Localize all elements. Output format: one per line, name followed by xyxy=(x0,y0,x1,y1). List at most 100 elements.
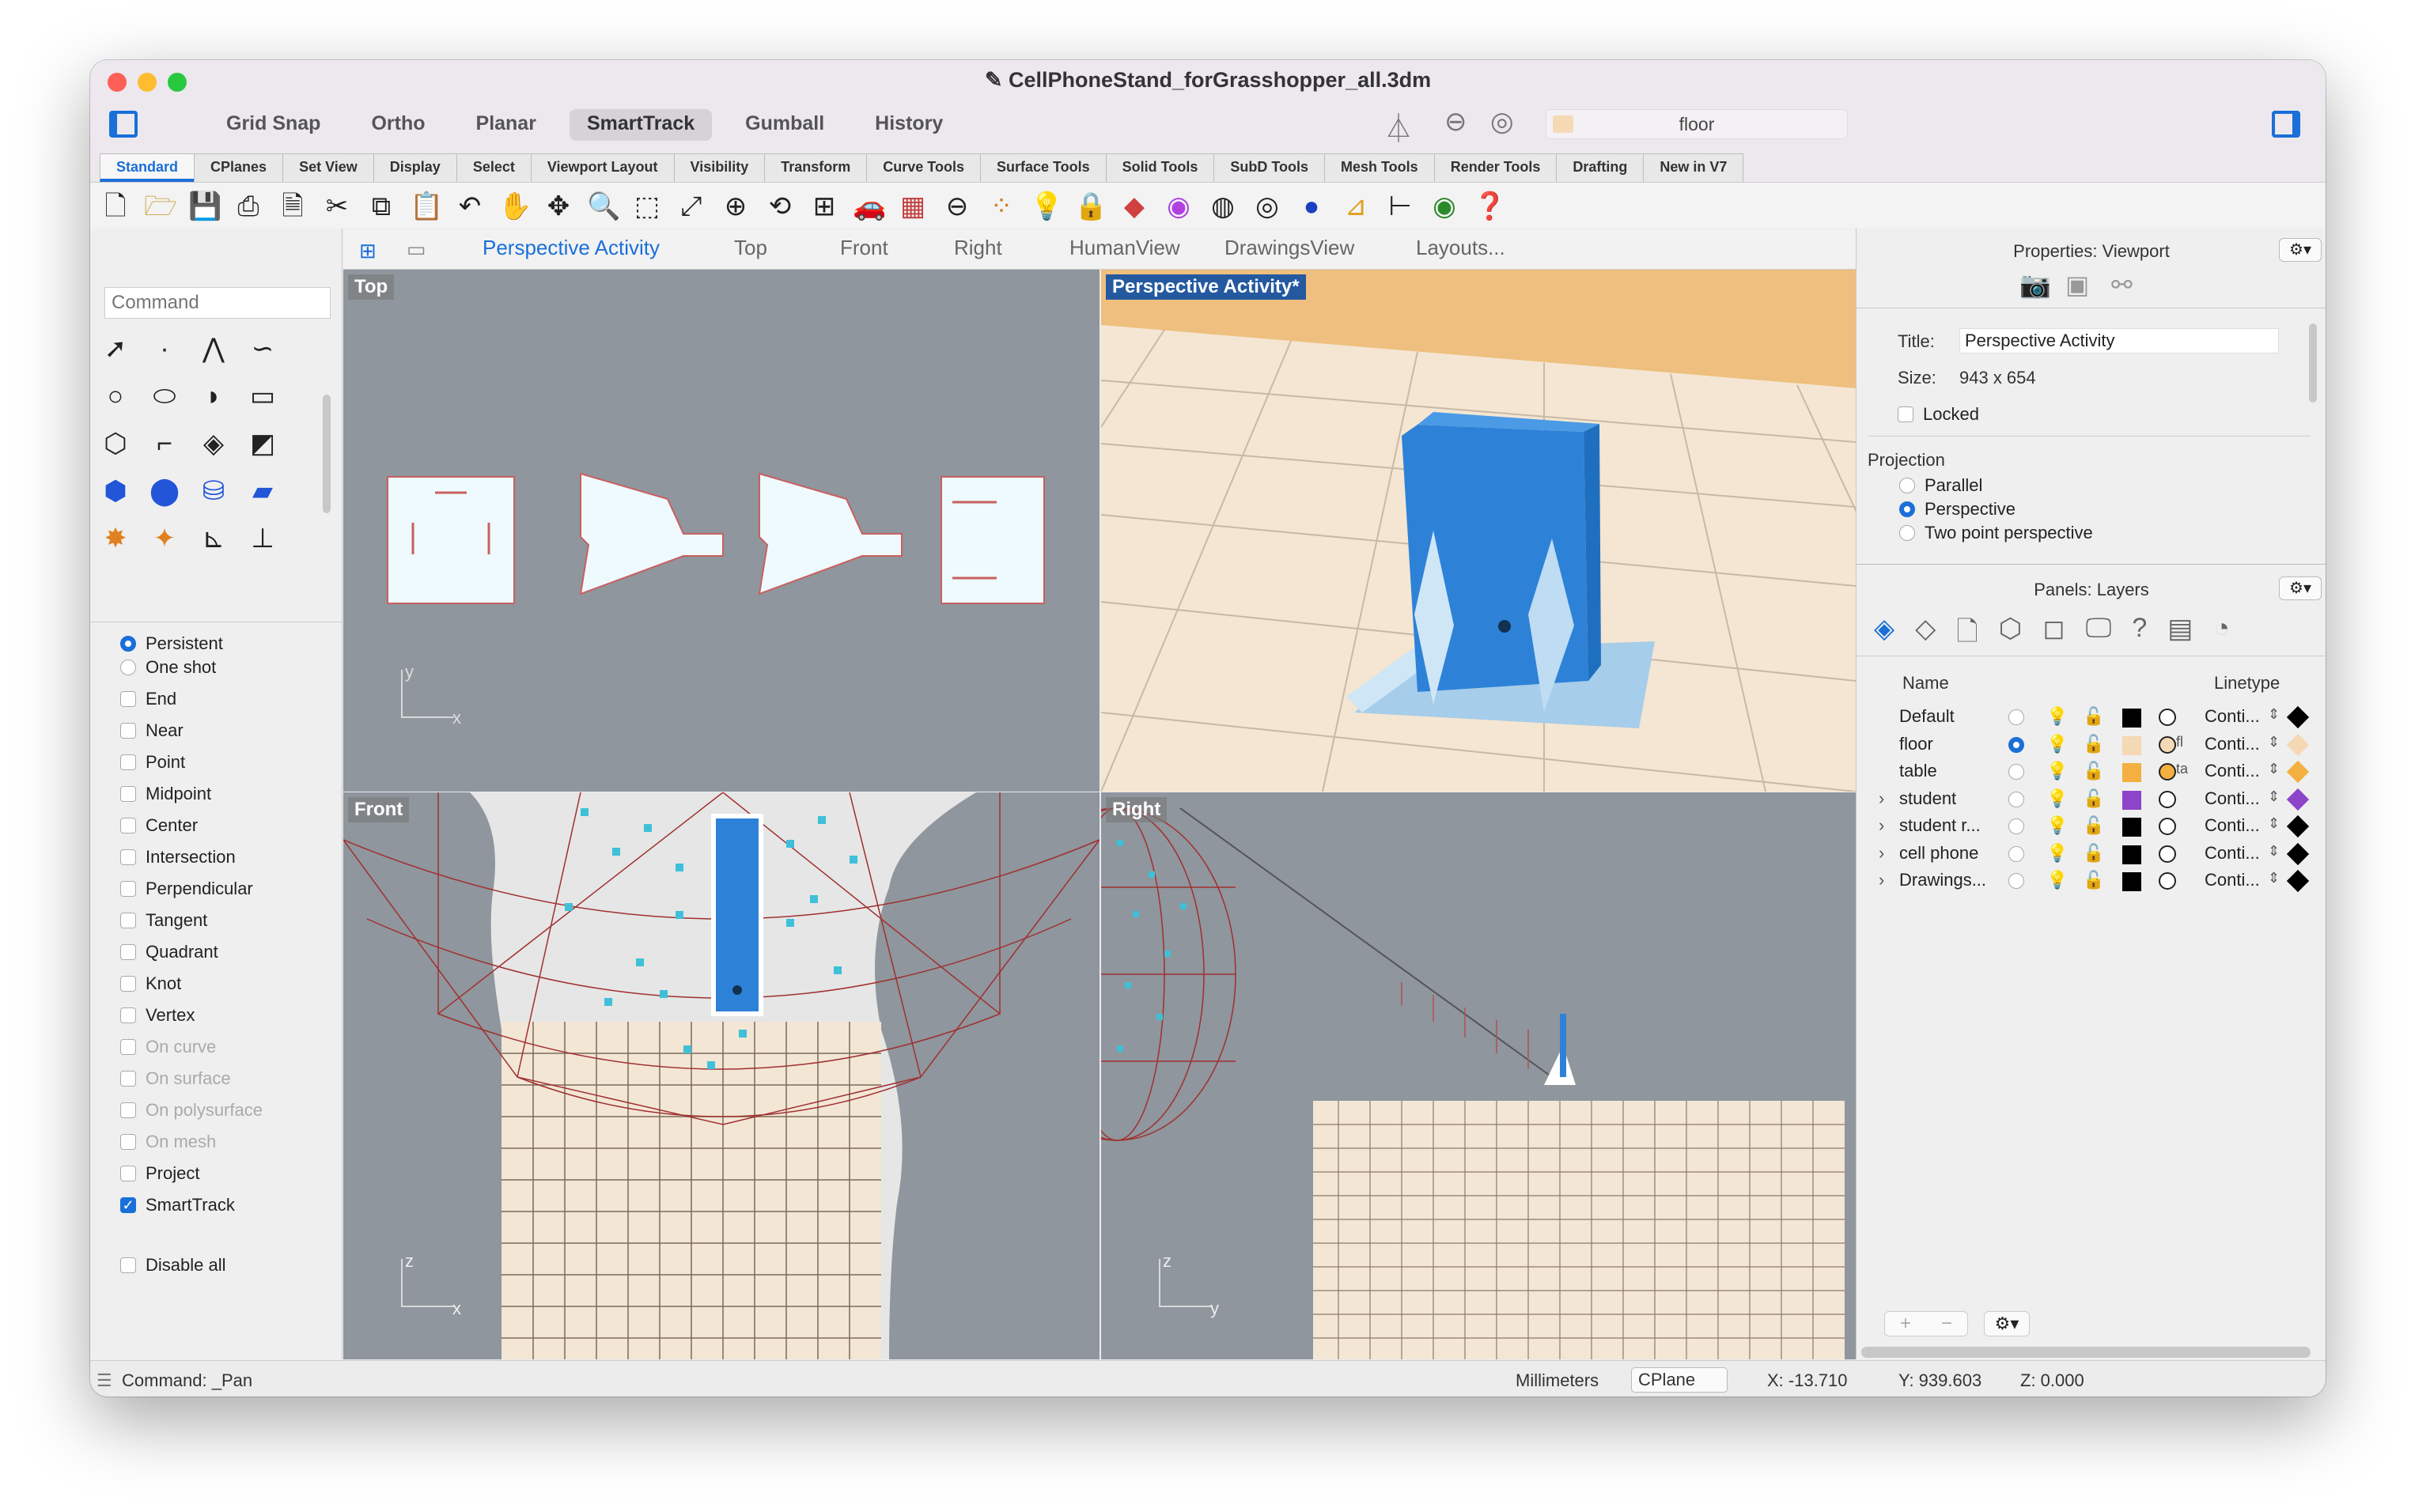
new-file-icon[interactable]: 🗋 xyxy=(100,191,131,222)
layer-row[interactable]: › student r... 💡 🔓 Conti... ⇕ xyxy=(1857,815,2326,841)
remove-layer-button[interactable]: − xyxy=(1941,1312,1952,1336)
linetype-stepper-icon[interactable]: ⇕ xyxy=(2268,815,2280,832)
layer-name[interactable]: floor xyxy=(1899,734,1933,754)
polyline-icon[interactable]: ⋀ xyxy=(196,331,231,366)
linetype-stepper-icon[interactable]: ⇕ xyxy=(2268,706,2280,723)
material-circle-icon[interactable] xyxy=(2159,872,2176,890)
rotate-view-icon[interactable]: ✥ xyxy=(543,191,574,222)
osnap-project[interactable]: Project xyxy=(120,1163,199,1184)
layer-name[interactable]: Drawings... xyxy=(1899,870,1986,890)
current-layer-radio[interactable] xyxy=(2008,845,2024,862)
point-icon[interactable]: · xyxy=(147,331,182,366)
expand-chevron-icon[interactable]: › xyxy=(1879,843,1884,864)
lock-icon[interactable]: 🔒 xyxy=(1074,191,1107,222)
one-shot-radio[interactable]: One shot xyxy=(120,657,216,678)
print-color-diamond-icon[interactable] xyxy=(2286,760,2310,784)
smarttrack-toggle[interactable]: SmartTrack xyxy=(569,109,713,141)
material-circle-icon[interactable] xyxy=(2159,790,2176,808)
layer-name[interactable]: table xyxy=(1899,761,1937,781)
layer-name[interactable]: student xyxy=(1899,788,1956,809)
print-icon[interactable]: ⎙ xyxy=(233,191,264,222)
osnap-on-polysurface[interactable]: On polysurface xyxy=(120,1100,263,1121)
cylinder-icon[interactable]: ⛁ xyxy=(196,474,231,508)
osnap-on-curve[interactable]: On curve xyxy=(120,1037,216,1057)
lock-state-icon[interactable]: 🔓 xyxy=(2083,870,2104,890)
right-viewport[interactable]: z y Right xyxy=(1101,792,1856,1359)
help-panel-icon[interactable]: ? xyxy=(2132,613,2147,658)
save-icon[interactable]: 💾 xyxy=(188,191,221,222)
four-view-icon[interactable]: ⊞ xyxy=(359,239,377,263)
units-label[interactable]: Millimeters xyxy=(1516,1370,1599,1391)
layers-gear-button[interactable]: ⚙▾ xyxy=(2279,576,2322,600)
viewport-label-front[interactable]: Front xyxy=(348,797,410,822)
zoom-extents-icon[interactable]: ⤢ xyxy=(676,191,707,222)
tab-mesh-tools[interactable]: Mesh Tools xyxy=(1324,153,1435,182)
current-layer-radio[interactable] xyxy=(2008,764,2024,780)
layer-color-swatch[interactable] xyxy=(2122,735,2141,755)
tab-transform[interactable]: Transform xyxy=(764,153,868,182)
layer-row[interactable]: floor 💡 🔓 fl Conti... ⇕ xyxy=(1857,733,2326,759)
select-arrow-icon[interactable]: ➚ xyxy=(98,331,133,366)
linetype-stepper-icon[interactable]: ⇕ xyxy=(2268,788,2280,805)
ortho-toggle[interactable]: Ortho xyxy=(354,109,442,141)
osnap-on-surface[interactable]: On surface xyxy=(120,1068,231,1089)
layer-row[interactable]: › Drawings... 💡 🔓 Conti... ⇕ xyxy=(1857,869,2326,895)
mesh-icon[interactable]: ▰ xyxy=(245,474,280,508)
current-layer-radio[interactable] xyxy=(2008,818,2024,834)
surface-icon[interactable]: ◈ xyxy=(196,426,231,461)
current-layer-radio[interactable] xyxy=(2008,873,2024,889)
osnap-intersection[interactable]: Intersection xyxy=(120,847,236,868)
tab-curve-tools[interactable]: Curve Tools xyxy=(866,153,981,182)
print-color-diamond-icon[interactable] xyxy=(2286,788,2310,811)
filter-icon[interactable]: ⏃ xyxy=(1384,106,1413,147)
open-file-icon[interactable]: 🗁 xyxy=(144,191,177,222)
cplane-icon[interactable]: ⊖ xyxy=(941,191,973,222)
layer-row[interactable]: Default 💡 🔓 Conti... ⇕ xyxy=(1857,705,2326,731)
cplane-dropdown[interactable]: CPlane xyxy=(1631,1367,1728,1393)
visibility-bulb-icon[interactable]: 💡 xyxy=(2046,843,2068,864)
four-viewports-icon[interactable]: ⊞ xyxy=(808,191,840,222)
lock-state-icon[interactable]: 🔓 xyxy=(2083,788,2104,809)
print-color-diamond-icon[interactable] xyxy=(2286,705,2310,729)
osnap-near[interactable]: Near xyxy=(120,720,184,741)
linetype-stepper-icon[interactable]: ⇕ xyxy=(2268,761,2280,777)
viewport-icon[interactable]: ▣ xyxy=(2065,270,2089,300)
layer-linetype[interactable]: Conti... xyxy=(2205,761,2260,781)
tab-visibility[interactable]: Visibility xyxy=(673,153,766,182)
osnap-center[interactable]: Center xyxy=(120,815,198,836)
visibility-bulb-icon[interactable]: 💡 xyxy=(2046,734,2068,754)
layers-col-linetype[interactable]: Linetype xyxy=(2214,673,2280,694)
two-point-perspective-radio[interactable]: Two point perspective xyxy=(1899,523,2093,543)
arc-icon[interactable]: ◗ xyxy=(196,379,231,414)
explode-icon[interactable]: ✸ xyxy=(98,521,133,556)
single-view-icon[interactable]: ▭ xyxy=(407,237,426,262)
osnap-smarttrack[interactable]: ✓ SmartTrack xyxy=(120,1195,235,1215)
layer-row[interactable]: › student 💡 🔓 Conti... ⇕ xyxy=(1857,788,2326,814)
perspective-viewport[interactable]: Perspective Activity* xyxy=(1101,270,1856,792)
osnap-midpoint[interactable]: Midpoint xyxy=(120,784,211,804)
top-viewport[interactable]: y x Top xyxy=(343,270,1100,792)
lock-state-icon[interactable]: 🔓 xyxy=(2083,761,2104,781)
layer-color-swatch[interactable] xyxy=(2122,818,2141,837)
layer-linetype[interactable]: Conti... xyxy=(2205,706,2260,727)
command-history-icon[interactable]: ☰ xyxy=(97,1370,112,1391)
visibility-bulb-icon[interactable]: 💡 xyxy=(2046,761,2068,781)
title-field[interactable]: Perspective Activity xyxy=(1959,328,2279,353)
layer-name[interactable]: cell phone xyxy=(1899,843,1978,864)
loft-icon[interactable]: ◩ xyxy=(245,426,280,461)
zoom-selected-icon[interactable]: ⊕ xyxy=(720,191,751,222)
current-layer-radio[interactable] xyxy=(2008,736,2024,753)
render-panel-icon[interactable]: ◔ xyxy=(2213,613,2230,658)
toggle-right-sidebar-button[interactable] xyxy=(2272,111,2300,138)
layer-color-swatch[interactable] xyxy=(2122,845,2141,864)
layer-color-swatch[interactable] xyxy=(2122,790,2141,810)
planar-toggle[interactable]: Planar xyxy=(459,109,554,141)
visibility-bulb-icon[interactable]: 💡 xyxy=(2046,815,2068,836)
tab-right[interactable]: Right xyxy=(954,236,1002,260)
rectangle-icon[interactable]: ▭ xyxy=(245,379,280,414)
properties-icon[interactable]: 🗎 xyxy=(277,191,308,222)
rendered-icon[interactable]: ● xyxy=(1296,191,1327,222)
zoom-icon[interactable]: 🔍 xyxy=(587,191,620,222)
locked-checkbox[interactable]: Locked xyxy=(1898,404,1979,425)
layer-linetype[interactable]: Conti... xyxy=(2205,788,2260,809)
